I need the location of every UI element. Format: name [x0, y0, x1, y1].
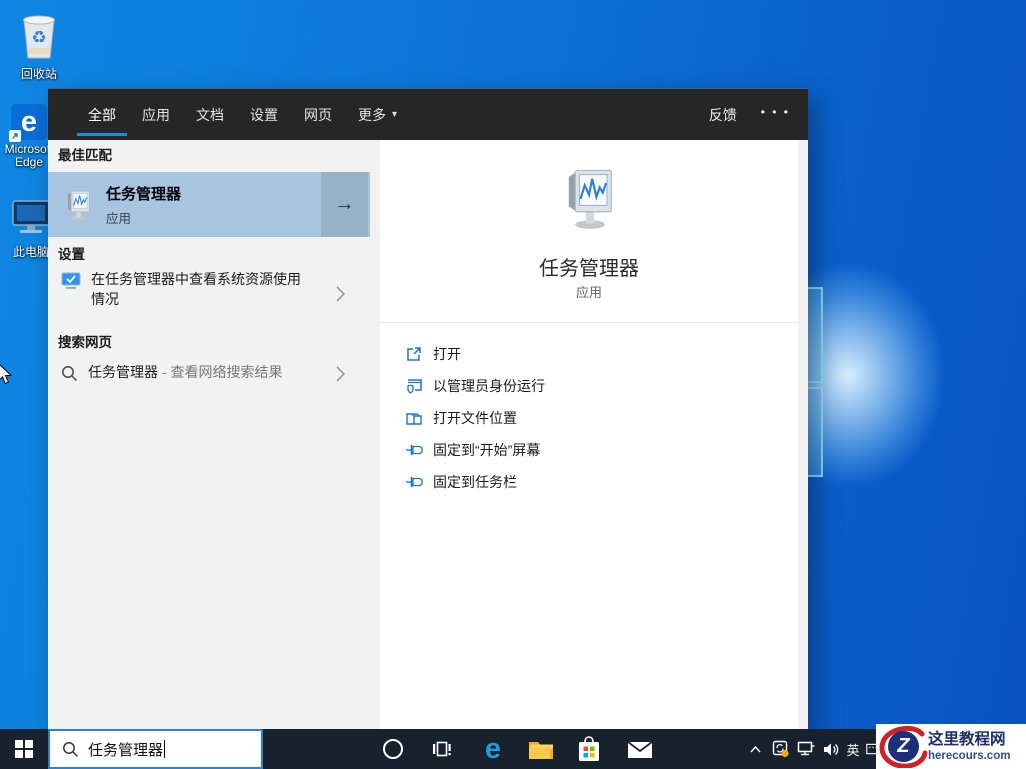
taskbar-search-box[interactable]: 任务管理器: [48, 729, 263, 769]
site-watermark: Z 这里教程网 herecours.com: [876, 724, 1026, 769]
store-icon: [577, 736, 601, 762]
web-search-query: 任务管理器: [88, 364, 158, 380]
admin-shield-icon: [405, 378, 423, 394]
search-filter-bar: 全部 应用 文档 设置 网页 更多 ▾ 反馈 • • •: [48, 88, 808, 140]
windows-logo-pane: [806, 387, 823, 477]
web-search-suffix: - 查看网络搜索结果: [158, 364, 282, 380]
system-display-check-icon: [61, 272, 81, 290]
chevron-down-icon: ▾: [392, 109, 397, 120]
recycle-bin-icon: ♻: [16, 12, 62, 62]
settings-result-text: 在任务管理器中查看系统资源使用情况: [91, 270, 309, 309]
watermark-letter: Z: [888, 731, 919, 762]
search-web-header: 搜索网页: [58, 331, 112, 351]
search-input-value[interactable]: 任务管理器: [88, 739, 163, 760]
task-manager-icon: [61, 188, 95, 222]
tab-all[interactable]: 全部: [75, 89, 129, 140]
result-detail-pane: 任务管理器 应用 打开 以管理员身份运行: [380, 140, 798, 729]
tab-web[interactable]: 网页: [291, 89, 345, 140]
edge-taskbar-button[interactable]: e: [471, 729, 515, 769]
tray-ime-indicator[interactable]: 英: [843, 729, 863, 769]
mail-button[interactable]: [618, 729, 662, 769]
chevron-right-icon: [336, 286, 345, 302]
tab-more[interactable]: 更多 ▾: [345, 89, 410, 140]
search-icon: [61, 365, 78, 382]
divider: [380, 322, 798, 323]
mail-icon: [627, 740, 653, 759]
status-sync-icon: [772, 740, 790, 758]
store-button[interactable]: [567, 729, 611, 769]
watermark-site-name: 这里教程网: [928, 731, 1010, 748]
tab-documents[interactable]: 文档: [183, 89, 237, 140]
settings-result-item[interactable]: 在任务管理器中查看系统资源使用情况: [48, 270, 380, 322]
more-options-icon[interactable]: • • •: [751, 105, 808, 125]
start-button[interactable]: [0, 729, 48, 769]
app-subtitle: 应用: [380, 282, 798, 301]
feedback-button[interactable]: 反馈: [695, 105, 751, 125]
action-open-file-location[interactable]: 打开文件位置: [405, 402, 545, 434]
settings-section-header: 设置: [58, 243, 85, 263]
windows-search-panel: 全部 应用 文档 设置 网页 更多 ▾ 反馈 • • • 最佳匹配: [48, 88, 808, 729]
windows-logo-icon: [15, 740, 33, 758]
action-pin-to-start[interactable]: 固定到“开始”屏幕: [405, 434, 545, 466]
desktop-screen: ♻ 回收站 e Microsoft Edge 此电脑: [0, 0, 1026, 769]
shortcut-arrow-icon: [9, 130, 21, 142]
desktop-icon-recycle-bin[interactable]: ♻ 回收站: [8, 12, 70, 81]
tray-status-button[interactable]: [770, 729, 792, 769]
tab-settings[interactable]: 设置: [237, 89, 291, 140]
action-pin-to-taskbar[interactable]: 固定到任务栏: [405, 466, 545, 498]
best-match-result[interactable]: 任务管理器 应用 →: [48, 172, 370, 237]
expand-arrow-button[interactable]: →: [321, 172, 368, 237]
chevron-right-icon: [336, 366, 345, 382]
pin-icon: [405, 476, 423, 488]
windows-logo-pane: [806, 287, 823, 383]
best-match-header: 最佳匹配: [58, 144, 112, 164]
action-links: 打开 以管理员身份运行 打开文件位置: [405, 338, 545, 498]
folder-icon: [405, 411, 423, 426]
best-match-subtitle: 应用: [106, 208, 181, 227]
edge-icon: e: [485, 735, 501, 764]
wallpaper-windows-logo-edge: [806, 287, 823, 481]
pin-icon: [405, 444, 423, 456]
web-search-result-item[interactable]: 任务管理器 - 查看网络搜索结果: [48, 358, 380, 388]
header-right-group: 反馈 • • •: [695, 89, 808, 140]
svg-text:♻: ♻: [31, 28, 46, 47]
edge-icon: e: [11, 104, 47, 140]
file-explorer-icon: [528, 739, 554, 760]
taskbar: 任务管理器 e: [0, 729, 1026, 769]
speaker-icon: [823, 742, 840, 757]
network-icon: [797, 741, 815, 757]
filter-tabs: 全部 应用 文档 设置 网页 更多 ▾: [75, 89, 410, 140]
best-match-title: 任务管理器: [106, 183, 181, 204]
desktop-icon-label: 回收站: [8, 68, 70, 81]
chevron-up-icon: [750, 746, 761, 753]
tray-network-button[interactable]: [795, 729, 817, 769]
cortana-icon: [383, 739, 403, 759]
tray-volume-button[interactable]: [820, 729, 842, 769]
watermark-site-url: herecours.com: [928, 750, 1010, 763]
app-title: 任务管理器: [380, 252, 798, 281]
action-run-as-admin[interactable]: 以管理员身份运行: [405, 370, 545, 402]
task-manager-icon-large: [555, 164, 623, 232]
open-icon: [405, 346, 423, 362]
tray-show-hidden-button[interactable]: [746, 729, 764, 769]
file-explorer-button[interactable]: [519, 729, 563, 769]
text-caret: [164, 740, 165, 758]
task-view-icon: [432, 741, 452, 757]
mouse-cursor: [0, 362, 13, 391]
watermark-logo: Z: [876, 724, 928, 769]
cortana-button[interactable]: [371, 729, 415, 769]
arrow-right-icon: →: [335, 193, 355, 216]
action-open[interactable]: 打开: [405, 338, 545, 370]
tab-apps[interactable]: 应用: [129, 89, 183, 140]
search-icon: [62, 741, 79, 758]
task-view-button[interactable]: [420, 729, 464, 769]
